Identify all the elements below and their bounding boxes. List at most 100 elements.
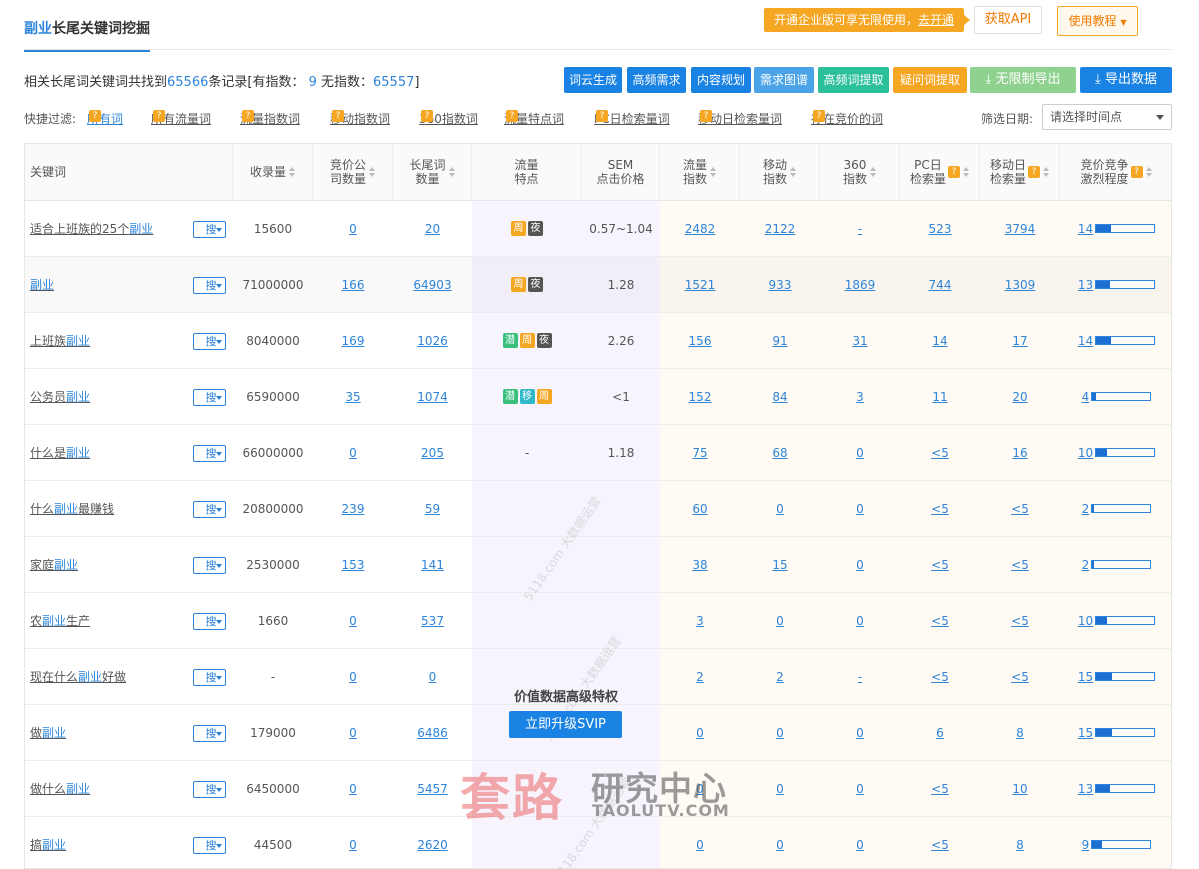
- sort-arrows-icon[interactable]: [710, 167, 716, 177]
- companies-value[interactable]: 153: [342, 558, 365, 572]
- keyword-link[interactable]: 上班族副业: [30, 332, 90, 349]
- date-select[interactable]: 请选择时间点: [1042, 104, 1172, 130]
- demand-graph-button[interactable]: 需求图谱: [754, 67, 814, 93]
- companies-value[interactable]: 35: [345, 390, 360, 404]
- question-mark-icon[interactable]: ?: [89, 110, 101, 122]
- export-data-button[interactable]: ⤓ 导出数据: [1080, 67, 1172, 93]
- i360-value[interactable]: 0: [856, 726, 864, 740]
- column-header-11[interactable]: 竞价竞争 激烈程度?: [1060, 144, 1171, 200]
- sort-arrows-icon[interactable]: [870, 167, 876, 177]
- column-header-1[interactable]: 收录量: [233, 144, 313, 200]
- enterprise-open-link[interactable]: 去开通: [918, 13, 954, 27]
- search-dropdown-button[interactable]: 搜: [193, 389, 226, 406]
- mobile-value[interactable]: 0: [776, 838, 784, 852]
- keyword-link[interactable]: 搞副业: [30, 836, 66, 853]
- question-mark-icon[interactable]: ?: [700, 110, 712, 122]
- competition-value[interactable]: 14: [1078, 334, 1093, 348]
- mob_daily-value[interactable]: <5: [1011, 614, 1029, 628]
- word-cloud-button[interactable]: 词云生成: [564, 67, 622, 93]
- i360-value[interactable]: 31: [852, 334, 867, 348]
- column-header-9[interactable]: PC日 检索量?: [900, 144, 980, 200]
- search-dropdown-button[interactable]: 搜: [193, 557, 226, 574]
- mob_daily-value[interactable]: <5: [1011, 670, 1029, 684]
- search-dropdown-button[interactable]: 搜: [193, 669, 226, 686]
- competition-value[interactable]: 9: [1082, 838, 1090, 852]
- mob_daily-value[interactable]: 8: [1016, 726, 1024, 740]
- unlimited-export-button[interactable]: ⤓ 无限制导出: [970, 67, 1076, 93]
- column-header-6[interactable]: 流量 指数: [660, 144, 740, 200]
- longtail-value[interactable]: 5457: [417, 782, 448, 796]
- keyword-link[interactable]: 公务员副业: [30, 388, 90, 405]
- flow-value[interactable]: 3: [696, 614, 704, 628]
- flow-value[interactable]: 2482: [685, 222, 716, 236]
- keyword-link[interactable]: 做副业: [30, 724, 66, 741]
- mobile-value[interactable]: 0: [776, 782, 784, 796]
- sort-arrows-icon[interactable]: [369, 167, 375, 177]
- i360-value[interactable]: 0: [856, 446, 864, 460]
- pc_daily-value[interactable]: <5: [931, 838, 949, 852]
- pc_daily-value[interactable]: <5: [931, 446, 949, 460]
- sort-arrows-icon[interactable]: [448, 167, 455, 177]
- mobile-value[interactable]: 933: [769, 278, 792, 292]
- competition-value[interactable]: 14: [1078, 222, 1093, 236]
- high-freq-demand-button[interactable]: 高频需求: [627, 67, 686, 93]
- keyword-link[interactable]: 适合上班族的25个副业: [30, 220, 153, 237]
- sort-arrows-icon[interactable]: [1043, 167, 1049, 177]
- sort-arrows-icon[interactable]: [1145, 167, 1152, 177]
- search-dropdown-button[interactable]: 搜: [193, 501, 226, 518]
- mobile-value[interactable]: 84: [772, 390, 787, 404]
- i360-value[interactable]: 3: [856, 390, 864, 404]
- mob_daily-value[interactable]: 17: [1012, 334, 1027, 348]
- flow-value[interactable]: 60: [692, 502, 707, 516]
- competition-value[interactable]: 13: [1078, 782, 1093, 796]
- companies-value[interactable]: 0: [349, 782, 357, 796]
- search-dropdown-button[interactable]: 搜: [193, 725, 226, 742]
- tutorial-dropdown-button[interactable]: 使用教程 ▼: [1057, 6, 1138, 36]
- competition-value[interactable]: 13: [1078, 278, 1093, 292]
- mob_daily-value[interactable]: <5: [1011, 502, 1029, 516]
- competition-value[interactable]: 2: [1082, 502, 1090, 516]
- i360-value[interactable]: -: [858, 670, 862, 684]
- column-header-7[interactable]: 移动 指数: [740, 144, 820, 200]
- search-dropdown-button[interactable]: 搜: [193, 781, 226, 798]
- i360-value[interactable]: 0: [856, 502, 864, 516]
- question-mark-icon[interactable]: ?: [506, 110, 518, 122]
- pc_daily-value[interactable]: <5: [931, 502, 949, 516]
- question-extract-button[interactable]: 疑问词提取: [893, 67, 967, 93]
- pc_daily-value[interactable]: 744: [929, 278, 952, 292]
- search-dropdown-button[interactable]: 搜: [193, 333, 226, 350]
- companies-value[interactable]: 239: [342, 502, 365, 516]
- keyword-link[interactable]: 什么副业最赚钱: [30, 500, 114, 517]
- pc_daily-value[interactable]: 6: [936, 726, 944, 740]
- flow-value[interactable]: 0: [696, 838, 704, 852]
- longtail-value[interactable]: 1026: [417, 334, 448, 348]
- question-mark-icon[interactable]: ?: [242, 110, 254, 122]
- upgrade-svip-button[interactable]: 立即升级SVIP: [509, 711, 622, 738]
- longtail-value[interactable]: 64903: [413, 278, 451, 292]
- mobile-value[interactable]: 91: [772, 334, 787, 348]
- question-mark-icon[interactable]: ?: [332, 110, 344, 122]
- mob_daily-value[interactable]: 8: [1016, 838, 1024, 852]
- pc_daily-value[interactable]: <5: [931, 558, 949, 572]
- keyword-link[interactable]: 做什么副业: [30, 780, 90, 797]
- question-mark-icon[interactable]: ?: [1028, 166, 1040, 178]
- column-header-10[interactable]: 移动日 检索量?: [980, 144, 1060, 200]
- pc_daily-value[interactable]: 14: [932, 334, 947, 348]
- i360-value[interactable]: 0: [856, 782, 864, 796]
- keyword-link[interactable]: 什么是副业: [30, 444, 90, 461]
- search-dropdown-button[interactable]: 搜: [193, 613, 226, 630]
- flow-value[interactable]: 1521: [685, 278, 716, 292]
- get-api-button[interactable]: 获取API: [974, 6, 1042, 34]
- column-header-3[interactable]: 长尾词 数量: [393, 144, 472, 200]
- i360-value[interactable]: 0: [856, 838, 864, 852]
- flow-value[interactable]: 0: [696, 726, 704, 740]
- competition-value[interactable]: 4: [1082, 390, 1090, 404]
- flow-value[interactable]: 75: [692, 446, 707, 460]
- question-mark-icon[interactable]: ?: [596, 110, 608, 122]
- companies-value[interactable]: 0: [349, 726, 357, 740]
- keyword-link[interactable]: 农副业生产: [30, 612, 90, 629]
- longtail-value[interactable]: 0: [429, 670, 437, 684]
- competition-value[interactable]: 15: [1078, 726, 1093, 740]
- companies-value[interactable]: 0: [349, 838, 357, 852]
- longtail-value[interactable]: 537: [421, 614, 444, 628]
